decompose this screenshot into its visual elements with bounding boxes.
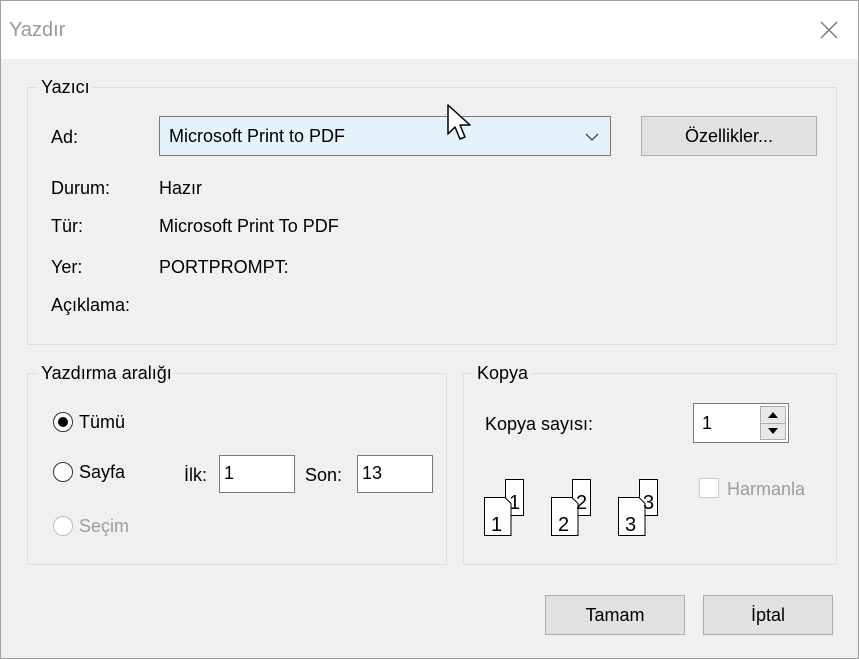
spin-down-icon: [768, 428, 778, 434]
collate-number: 2: [576, 492, 587, 514]
to-page-input[interactable]: 13: [357, 455, 433, 493]
collate-label[interactable]: Harmanla: [727, 478, 805, 500]
cancel-button[interactable]: İptal: [703, 595, 833, 635]
window-title: Yazdır: [9, 19, 66, 41]
spin-down-button[interactable]: [761, 423, 785, 439]
properties-button-label: Özellikler...: [684, 125, 774, 146]
type-value: Microsoft Print To PDF: [159, 216, 339, 236]
pages-radio[interactable]: [53, 462, 73, 482]
printer-select-value: Microsoft Print to PDF: [169, 126, 346, 146]
close-icon: [820, 21, 838, 39]
spin-up-button[interactable]: [761, 407, 785, 424]
selection-label[interactable]: Seçim: [79, 515, 129, 537]
print-range-group-title: Yazdırma aralığı: [38, 362, 175, 384]
type-label: Tür:: [51, 216, 84, 236]
collate-number: 3: [643, 492, 654, 514]
mouse-pointer-icon: [447, 104, 471, 140]
copies-count-value: 1: [702, 413, 713, 433]
status-label: Durum:: [51, 178, 111, 198]
collate-number: 1: [509, 492, 520, 514]
ok-button[interactable]: Tamam: [545, 595, 685, 635]
copies-count-label: Kopya sayısı:: [485, 414, 594, 434]
collate-number: 2: [558, 514, 569, 536]
selection-radio[interactable]: [53, 516, 73, 536]
location-label: Yer:: [51, 257, 83, 277]
collate-number: 3: [625, 514, 636, 536]
status-value: Hazır: [159, 178, 203, 198]
to-page-label: Son:: [305, 465, 343, 485]
ok-button-label: Tamam: [585, 604, 645, 625]
all-pages-radio[interactable]: [53, 412, 73, 432]
from-page-label: İlk:: [184, 465, 208, 485]
from-page-input[interactable]: 1: [219, 455, 295, 493]
collate-illustration-icon: 1 1 2 2 3 3: [484, 479, 658, 536]
print-dialog: Yazdır Yazıcı Ad: Microsoft Print to PDF…: [0, 0, 859, 659]
properties-button[interactable]: Özellikler...: [641, 116, 817, 156]
collate-checkbox[interactable]: [699, 478, 719, 498]
title-bar: Yazdır: [1, 1, 858, 59]
comment-label: Açıklama:: [51, 295, 131, 315]
spin-up-icon: [768, 412, 778, 418]
copies-count-spinner[interactable]: 1: [693, 403, 789, 443]
collate-number: 1: [491, 514, 502, 536]
printer-group-title: Yazıcı: [38, 76, 93, 98]
chevron-down-icon: [585, 133, 599, 141]
copies-group-title: Kopya: [474, 362, 532, 384]
all-pages-label[interactable]: Tümü: [79, 411, 125, 433]
printer-name-label: Ad:: [51, 127, 79, 147]
location-value: PORTPROMPT:: [159, 257, 289, 277]
pages-label[interactable]: Sayfa: [79, 461, 125, 483]
spin-buttons: [760, 406, 786, 440]
close-button[interactable]: [800, 1, 858, 59]
cancel-button-label: İptal: [750, 604, 786, 625]
printer-select[interactable]: Microsoft Print to PDF: [159, 116, 611, 156]
